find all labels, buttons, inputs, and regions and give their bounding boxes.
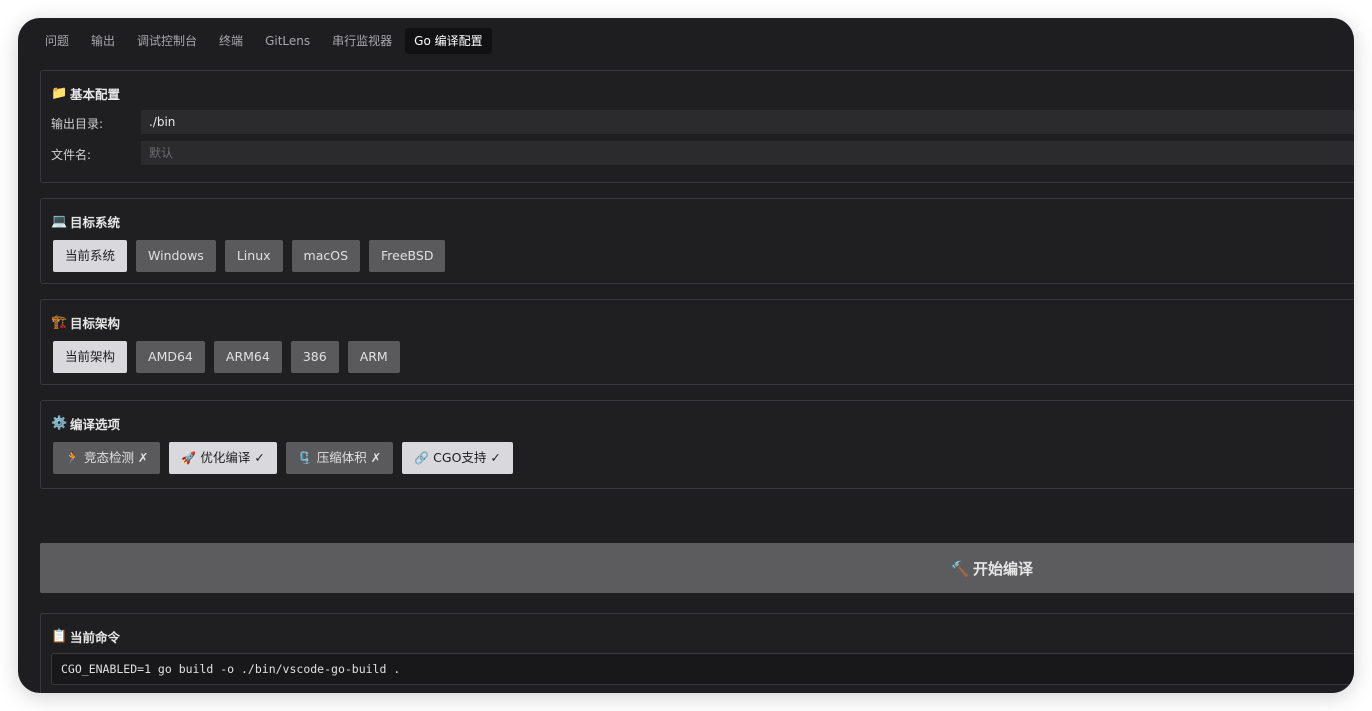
clipboard-icon: 📋 (51, 629, 68, 644)
tab-output[interactable]: 输出 (82, 28, 124, 54)
arch-386-button[interactable]: 386 (290, 341, 339, 373)
os-windows-button[interactable]: Windows (136, 240, 216, 272)
compile-options-section: ⚙️ 编译选项 🏃 竞态检测 ✗ 🚀 优化编译 ✓ 🗜️ 压缩体积 ✗ 🔗 CG… (40, 400, 1354, 489)
cgo-label: CGO支持 ✓ (433, 450, 501, 465)
arch-arm-button[interactable]: ARM (347, 341, 400, 373)
panel-tab-bar: 问题 输出 调试控制台 终端 GitLens 串行监视器 Go 编译配置 (36, 28, 496, 54)
clamp-icon: 🗜️ (297, 451, 313, 465)
target-os-options: 当前系统 Windows Linux macOS FreeBSD (53, 240, 454, 272)
folder-icon: 📁 (51, 86, 68, 101)
race-detect-label: 竞态检测 ✗ (83, 450, 149, 465)
rocket-icon: 🚀 (181, 451, 197, 465)
target-arch-heading: 目标架构 (70, 316, 121, 331)
start-build-text: 开始编译 (973, 560, 1034, 578)
tab-problems[interactable]: 问题 (36, 28, 78, 54)
arch-current-button[interactable]: 当前架构 (53, 341, 128, 373)
target-os-heading: 目标系统 (70, 215, 121, 230)
target-arch-section: 🏗️ 目标架构 当前架构 AMD64 ARM64 386 ARM (40, 299, 1354, 385)
go-build-config-panel: 问题 输出 调试控制台 终端 GitLens 串行监视器 Go 编译配置 📁 基… (18, 18, 1354, 693)
arch-amd64-button[interactable]: AMD64 (136, 341, 205, 373)
start-build-button[interactable]: 🔨 开始编译 (40, 543, 1354, 593)
config-content: 📁 基本配置 输出目录: 文件名: 💻 目标系统 当前系统 Windows Li… (40, 70, 1354, 693)
filename-input[interactable] (141, 141, 1354, 165)
output-dir-input[interactable] (141, 110, 1354, 134)
optimize-label: 优化编译 ✓ (200, 450, 265, 465)
command-display[interactable]: CGO_ENABLED=1 go build -o ./bin/vscode-g… (51, 653, 1354, 685)
os-linux-button[interactable]: Linux (224, 240, 283, 272)
target-arch-options: 当前架构 AMD64 ARM64 386 ARM (53, 341, 409, 373)
construction-icon: 🏗️ (51, 315, 68, 330)
race-detect-toggle[interactable]: 🏃 竞态检测 ✗ (53, 442, 161, 474)
compile-options-title: ⚙️ 编译选项 (51, 414, 120, 433)
output-dir-label: 输出目录: (51, 117, 104, 131)
cgo-toggle[interactable]: 🔗 CGO支持 ✓ (402, 442, 513, 474)
current-command-section: 📋 当前命令 CGO_ENABLED=1 go build -o ./bin/v… (40, 613, 1354, 693)
target-os-title: 💻 目标系统 (51, 212, 120, 231)
link-icon: 🔗 (414, 451, 430, 465)
arch-arm64-button[interactable]: ARM64 (213, 341, 282, 373)
basic-config-title: 📁 基本配置 (51, 84, 120, 103)
target-os-section: 💻 目标系统 当前系统 Windows Linux macOS FreeBSD (40, 198, 1354, 284)
tab-serial-monitor[interactable]: 串行监视器 (323, 28, 401, 54)
optimize-toggle[interactable]: 🚀 优化编译 ✓ (169, 442, 277, 474)
tab-gitlens[interactable]: GitLens (256, 28, 319, 54)
compress-label: 压缩体积 ✗ (316, 450, 382, 465)
target-arch-title: 🏗️ 目标架构 (51, 313, 120, 332)
compress-toggle[interactable]: 🗜️ 压缩体积 ✗ (285, 442, 394, 474)
compile-options-toggles: 🏃 竞态检测 ✗ 🚀 优化编译 ✓ 🗜️ 压缩体积 ✗ 🔗 CGO支持 ✓ (53, 442, 522, 474)
current-command-heading: 当前命令 (70, 630, 121, 645)
start-build-label: 🔨 开始编译 (950, 558, 1033, 579)
current-command-title: 📋 当前命令 (51, 627, 120, 646)
basic-config-heading: 基本配置 (70, 87, 121, 102)
tab-go-build-config[interactable]: Go 编译配置 (405, 28, 492, 54)
basic-config-section: 📁 基本配置 输出目录: 文件名: (40, 70, 1354, 183)
gear-icon: ⚙️ (51, 416, 68, 431)
os-freebsd-button[interactable]: FreeBSD (369, 240, 446, 272)
os-macos-button[interactable]: macOS (291, 240, 360, 272)
compile-options-heading: 编译选项 (70, 417, 121, 432)
hammer-icon: 🔨 (950, 559, 970, 578)
tab-debug-console[interactable]: 调试控制台 (128, 28, 206, 54)
filename-label: 文件名: (51, 148, 92, 162)
runner-icon: 🏃 (65, 451, 80, 465)
laptop-icon: 💻 (51, 214, 68, 229)
tab-terminal[interactable]: 终端 (210, 28, 252, 54)
os-current-button[interactable]: 当前系统 (53, 240, 128, 272)
